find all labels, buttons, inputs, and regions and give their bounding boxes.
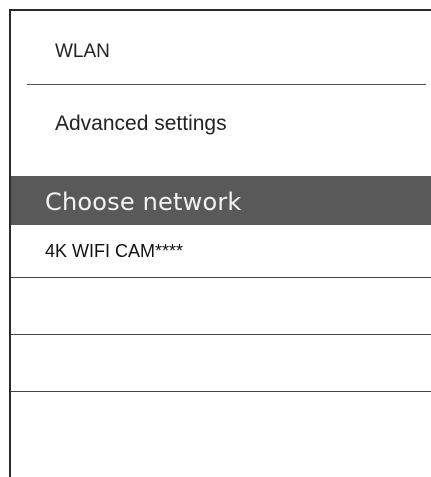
wlan-label: WLAN bbox=[55, 41, 110, 62]
choose-network-header: Choose network bbox=[11, 176, 431, 225]
network-list-item[interactable] bbox=[11, 335, 431, 392]
menu-divider bbox=[27, 84, 426, 85]
network-list-item[interactable]: 4K WIFI CAM**** bbox=[11, 225, 431, 278]
wifi-settings-screen: WLAN Advanced settings Choose network 4K… bbox=[9, 9, 431, 477]
section-title: Choose network bbox=[45, 188, 242, 216]
network-name: 4K WIFI CAM**** bbox=[45, 241, 184, 261]
advanced-settings-menu-item[interactable]: Advanced settings bbox=[11, 86, 431, 176]
network-list-item[interactable] bbox=[11, 278, 431, 335]
advanced-settings-label: Advanced settings bbox=[55, 112, 227, 135]
wlan-menu-item[interactable]: WLAN bbox=[11, 11, 431, 85]
